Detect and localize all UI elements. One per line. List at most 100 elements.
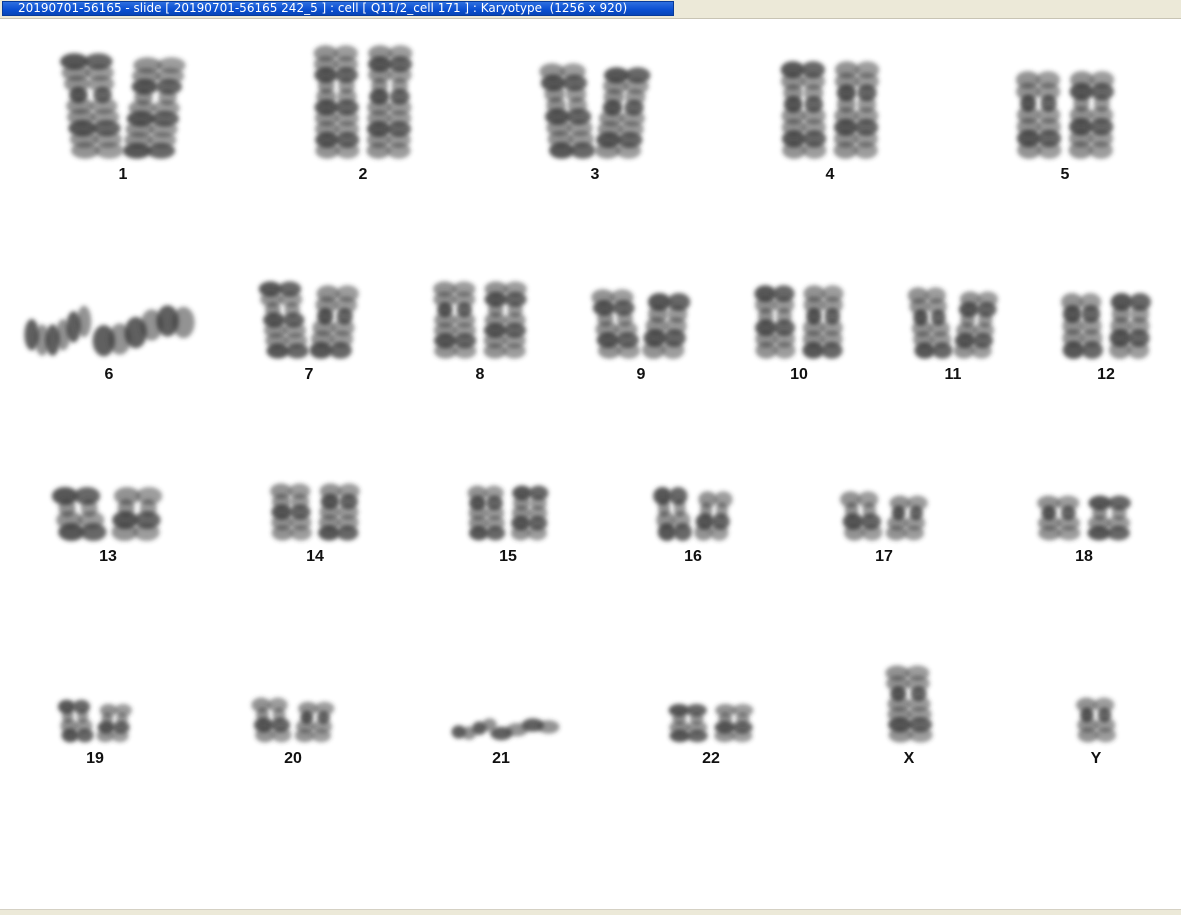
chromosome-label-2: 2	[358, 166, 368, 183]
chromosome-band	[731, 729, 753, 743]
chromosome-label-3: 3	[590, 166, 600, 183]
chromosome-pair-20[interactable]	[251, 697, 335, 743]
chromosome-band	[294, 728, 315, 743]
chromosome-band	[133, 523, 160, 541]
chromosome-band	[111, 729, 129, 743]
chromosome-band	[773, 341, 796, 359]
window-title[interactable]: 20190701-56165 - slide [ 20190701-56165 …	[2, 1, 674, 16]
chromosome-pair-x[interactable]	[885, 665, 933, 743]
chromosome-label-10: 10	[790, 366, 808, 383]
chromosome-band	[485, 525, 506, 541]
chromosome-band	[1127, 341, 1150, 359]
chromosome-pair-11[interactable]	[907, 287, 999, 359]
chromosome-label-21: 21	[492, 750, 510, 767]
chromosome-pair-12[interactable]	[1061, 293, 1151, 359]
chromosome-pair-5[interactable]	[1015, 71, 1115, 159]
chromosome-label-6: 6	[104, 366, 114, 383]
chromosome-band	[1037, 141, 1062, 159]
chromosome-pair-14[interactable]	[270, 483, 360, 541]
chromosome-label-12: 12	[1097, 366, 1115, 383]
chromosome-band	[146, 142, 176, 159]
chromosome-label-9: 9	[636, 366, 646, 383]
chromosome-band	[285, 343, 309, 359]
chromosome-band	[386, 142, 411, 159]
chromosome-band	[527, 525, 547, 541]
chromosome-label-20: 20	[284, 750, 302, 767]
chromosome-pair-15[interactable]	[467, 485, 549, 541]
chromosome-pair-8[interactable]	[433, 281, 527, 359]
chromosome-band	[290, 525, 312, 541]
window-bottom-edge	[0, 909, 1181, 915]
chromosome-band	[96, 729, 114, 743]
chromosome-band	[687, 729, 708, 743]
chromosome-pair-21[interactable]	[451, 718, 560, 741]
chromosome-band	[903, 525, 925, 541]
chromosome-label-1: 1	[118, 166, 128, 183]
chromosome-band	[1057, 525, 1081, 541]
chromosome-label-22: 22	[702, 750, 720, 767]
chromosome-band	[537, 720, 560, 734]
chromosome-band	[853, 141, 878, 159]
chromosome-band	[820, 341, 843, 359]
chromosome-pair-19[interactable]	[57, 699, 132, 743]
chromosome-label-5: 5	[1060, 166, 1070, 183]
chromosome-band	[908, 727, 933, 743]
chromosome-label-11: 11	[944, 366, 962, 383]
chromosome-band	[255, 727, 275, 743]
window-titlebar: 20190701-56165 - slide [ 20190701-56165 …	[0, 0, 1181, 19]
chromosome-band	[335, 142, 360, 159]
chromosome-band	[570, 142, 596, 159]
chromosome-pair-10[interactable]	[754, 285, 844, 359]
chromosome-pair-4[interactable]	[780, 61, 880, 159]
chromosome-label-17: 17	[875, 548, 893, 565]
chromosome-label-13: 13	[99, 548, 117, 565]
chromosome-pair-17[interactable]	[840, 491, 928, 541]
chromosome-label-14: 14	[306, 548, 324, 565]
chromosome-label-8: 8	[475, 366, 485, 383]
chromosome-band	[802, 141, 827, 159]
chromosome-band	[1081, 341, 1103, 359]
chromosome-band	[502, 343, 526, 359]
chromosome-label-16: 16	[684, 548, 702, 565]
chromosome-label-4: 4	[825, 166, 835, 183]
chromosome-band	[76, 728, 94, 743]
chromosome-pair-22[interactable]	[668, 703, 754, 743]
chromosome-band	[673, 523, 692, 541]
chromosome-band	[1095, 727, 1116, 743]
chromosome-band	[336, 525, 359, 541]
chromosome-band	[709, 524, 729, 541]
chromosome-band	[172, 306, 195, 339]
chromosome-pair-13[interactable]	[51, 487, 163, 541]
chromosome-band	[1088, 141, 1113, 159]
chromosome-band	[661, 341, 685, 359]
chromosome-band	[617, 342, 641, 359]
chromosome-pair-16[interactable]	[653, 487, 733, 541]
chromosome-label-y: Y	[1090, 750, 1102, 767]
chromosome-band	[453, 343, 477, 359]
chromosome-band	[616, 142, 642, 159]
chromosome-band	[76, 305, 92, 338]
chromosome-band	[271, 727, 292, 743]
chromosome-pair-18[interactable]	[1037, 495, 1131, 541]
chromosome-pair-7[interactable]	[258, 281, 359, 359]
chromosome-band	[95, 142, 124, 159]
karyogram-canvas	[24, 45, 1151, 743]
chromosome-label-19: 19	[86, 750, 104, 767]
chromosome-label-15: 15	[499, 548, 517, 565]
chromosome-pair-y[interactable]	[1076, 697, 1116, 743]
chromosome-band	[931, 342, 953, 359]
chromosome-band	[328, 341, 352, 359]
chromosome-band	[1106, 525, 1130, 541]
chromosome-label-x: X	[903, 750, 915, 767]
chromosome-pair-3[interactable]	[539, 63, 651, 159]
chromosome-pair-6[interactable]	[24, 305, 195, 357]
chromosome-label-18: 18	[1075, 548, 1093, 565]
chromosome-band	[971, 343, 992, 359]
chromosome-band	[311, 728, 332, 743]
chromosome-pair-9[interactable]	[591, 289, 691, 359]
chromosome-band	[861, 524, 883, 541]
chromosome-pair-2[interactable]	[313, 45, 413, 159]
chromosome-band	[80, 523, 107, 541]
chromosome-label-7: 7	[304, 366, 314, 383]
chromosome-pair-1[interactable]	[60, 53, 186, 159]
